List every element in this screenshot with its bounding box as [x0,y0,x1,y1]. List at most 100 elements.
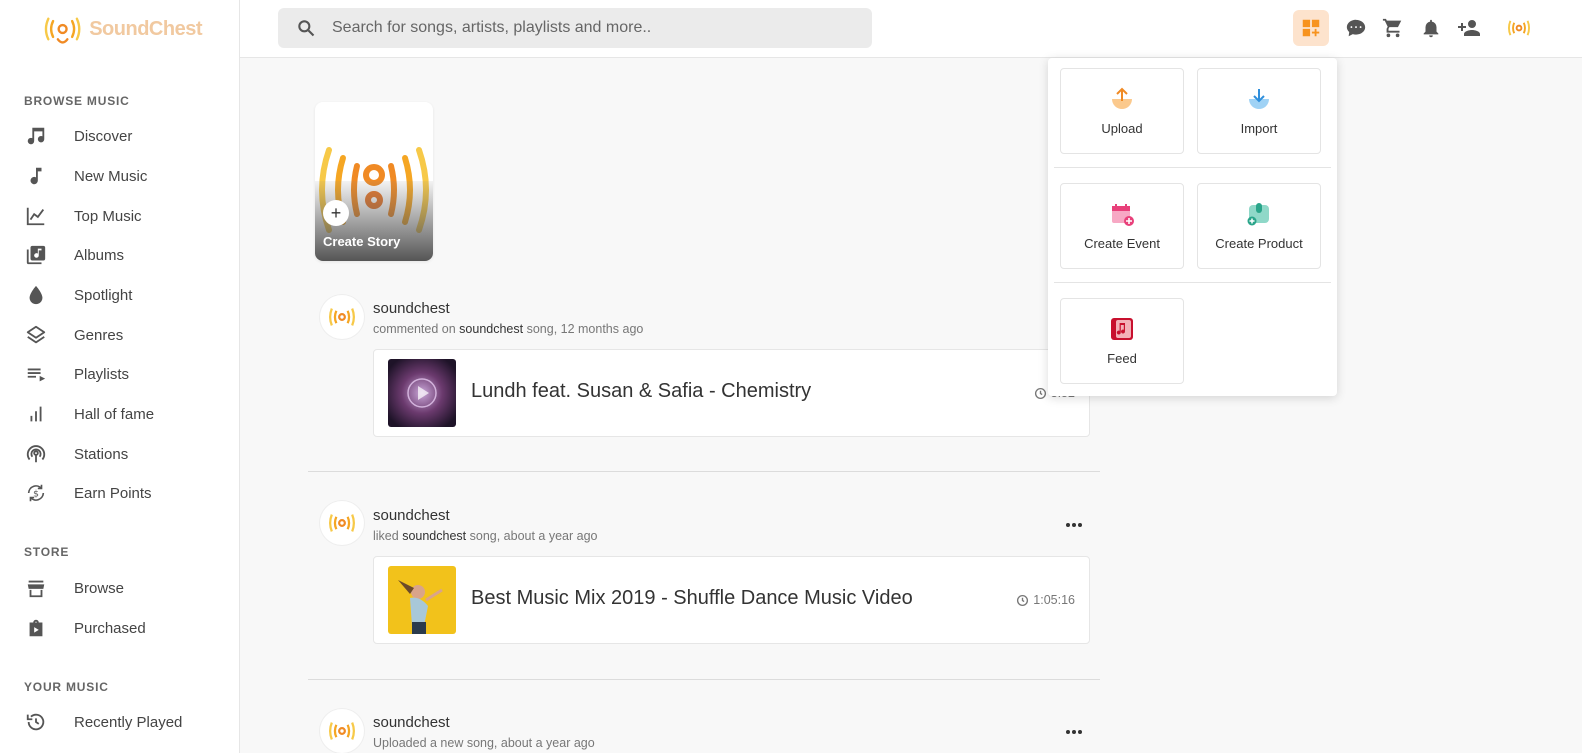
notifications-button[interactable] [1413,10,1449,46]
product-add-icon [1245,200,1273,228]
drop-icon [24,283,48,307]
calendar-add-icon [1108,200,1136,228]
avatar[interactable] [320,709,364,753]
sidebar-item-label: Stations [74,445,129,463]
sidebar-item-label: Playlists [74,365,130,383]
sidebar-item-label: Top Music [74,207,142,225]
sidebar-item-playlists[interactable]: Playlists [0,355,239,393]
sidebar-item-label: Browse [74,579,125,597]
sidebar-item-top-music[interactable]: Top Music [0,197,239,235]
feed-button[interactable]: Feed [1060,298,1184,384]
post-meta: Uploaded a new song, about a year ago [373,736,595,750]
add-friend-button[interactable] [1451,10,1487,46]
feed-divider [308,679,1100,680]
import-button[interactable]: Import [1197,68,1321,154]
post-time: song, about a year ago [469,529,598,543]
create-story-card[interactable]: + Create Story [315,102,433,261]
chat-icon [1346,19,1366,37]
bell-icon [1423,19,1439,38]
bars-icon [24,402,48,426]
album-icon [24,243,48,267]
post-target-user[interactable]: soundchest [459,322,523,336]
feed-label: Feed [1107,351,1137,366]
sidebar-item-label: Spotlight [74,286,133,304]
top-header [240,0,1582,58]
more-options-button[interactable] [1062,513,1086,537]
sidebar-item-stations[interactable]: Stations [0,435,239,473]
song-thumbnail [388,566,456,634]
post-time: song, 12 months ago [526,322,644,336]
avatar[interactable] [320,501,364,545]
sidebar-item-earn-points[interactable]: $ Earn Points [0,474,239,512]
store-icon [24,576,48,600]
sidebar-item-discover[interactable]: Discover [0,117,239,155]
upload-button[interactable]: Upload [1060,68,1184,154]
duration-text: 1:05:16 [1033,593,1075,607]
sidebar-item-genres[interactable]: Genres [0,316,239,354]
plus-icon[interactable]: + [323,200,349,226]
sidebar-item-label: Genres [74,326,124,344]
messages-button[interactable] [1338,10,1374,46]
song-thumbnail [388,359,456,427]
app-logo[interactable]: SoundChest [42,6,202,52]
import-label: Import [1240,121,1278,136]
section-your-music: YOUR MUSIC [24,680,109,694]
more-options-button[interactable] [1062,720,1086,744]
section-browse-music: BROWSE MUSIC [24,94,130,108]
avatar[interactable] [320,295,364,339]
song-card[interactable]: Best Music Mix 2019 - Shuffle Dance Musi… [373,556,1090,644]
song-duration: 1:05:16 [1016,593,1075,607]
coin-icon: $ [24,481,48,505]
music-file-icon [1108,315,1136,343]
sidebar-item-hall-of-fame[interactable]: Hall of fame [0,395,239,433]
menu-divider [1054,282,1331,283]
post-username[interactable]: soundchest [373,714,450,731]
section-store: STORE [24,545,70,559]
sidebar-item-label: New Music [74,167,148,185]
cart-button[interactable] [1375,10,1411,46]
profile-avatar-button[interactable] [1501,10,1537,46]
post-username[interactable]: soundchest [373,300,450,317]
story-label: Create Story [323,234,401,249]
logo-text: SoundChest [89,17,202,40]
sidebar-item-purchased[interactable]: Purchased [0,609,239,647]
sidebar-item-label: Purchased [74,619,146,637]
post-action: liked [373,529,399,543]
sidebar: SoundChest BROWSE MUSIC Discover New Mus… [0,0,240,753]
more-horizontal-icon [1066,730,1082,734]
logo-icon [44,17,81,44]
create-event-button[interactable]: Create Event [1060,183,1184,269]
post-meta: liked soundchest song, about a year ago [373,529,598,543]
song-title[interactable]: Best Music Mix 2019 - Shuffle Dance Musi… [471,587,913,610]
clock-icon [1034,387,1046,399]
cart-icon [1382,18,1402,38]
post-target-user[interactable]: soundchest [402,529,466,543]
create-menu-button[interactable] [1293,10,1329,46]
sidebar-item-label: Earn Points [74,484,152,502]
post-username[interactable]: soundchest [373,507,450,524]
sidebar-item-label: Discover [74,127,133,145]
sidebar-item-recently-played[interactable]: Recently Played [0,703,239,741]
main-feed: + Create Story soundchest commented on s… [240,59,1582,753]
song-card[interactable]: Lundh feat. Susan & Safia - Chemistry 3:… [373,349,1090,437]
post-action: commented on [373,322,456,336]
sidebar-item-label: Albums [74,246,125,264]
menu-divider [1054,167,1331,168]
search-icon [298,20,315,37]
search-input[interactable] [332,19,832,37]
more-horizontal-icon [1066,523,1082,527]
history-icon [24,710,48,734]
clock-icon [1017,594,1029,606]
create-product-button[interactable]: Create Product [1197,183,1321,269]
sidebar-item-albums[interactable]: Albums [0,236,239,274]
playlist-icon [24,362,48,386]
song-title[interactable]: Lundh feat. Susan & Safia - Chemistry [471,380,811,403]
feed-divider [308,471,1100,472]
sidebar-item-new-music[interactable]: New Music [0,157,239,195]
sidebar-item-browse[interactable]: Browse [0,569,239,607]
upload-icon [1108,85,1136,113]
avatar-logo-icon [329,308,355,326]
search-bar[interactable] [278,8,872,48]
chart-icon [24,204,48,228]
sidebar-item-spotlight[interactable]: Spotlight [0,276,239,314]
